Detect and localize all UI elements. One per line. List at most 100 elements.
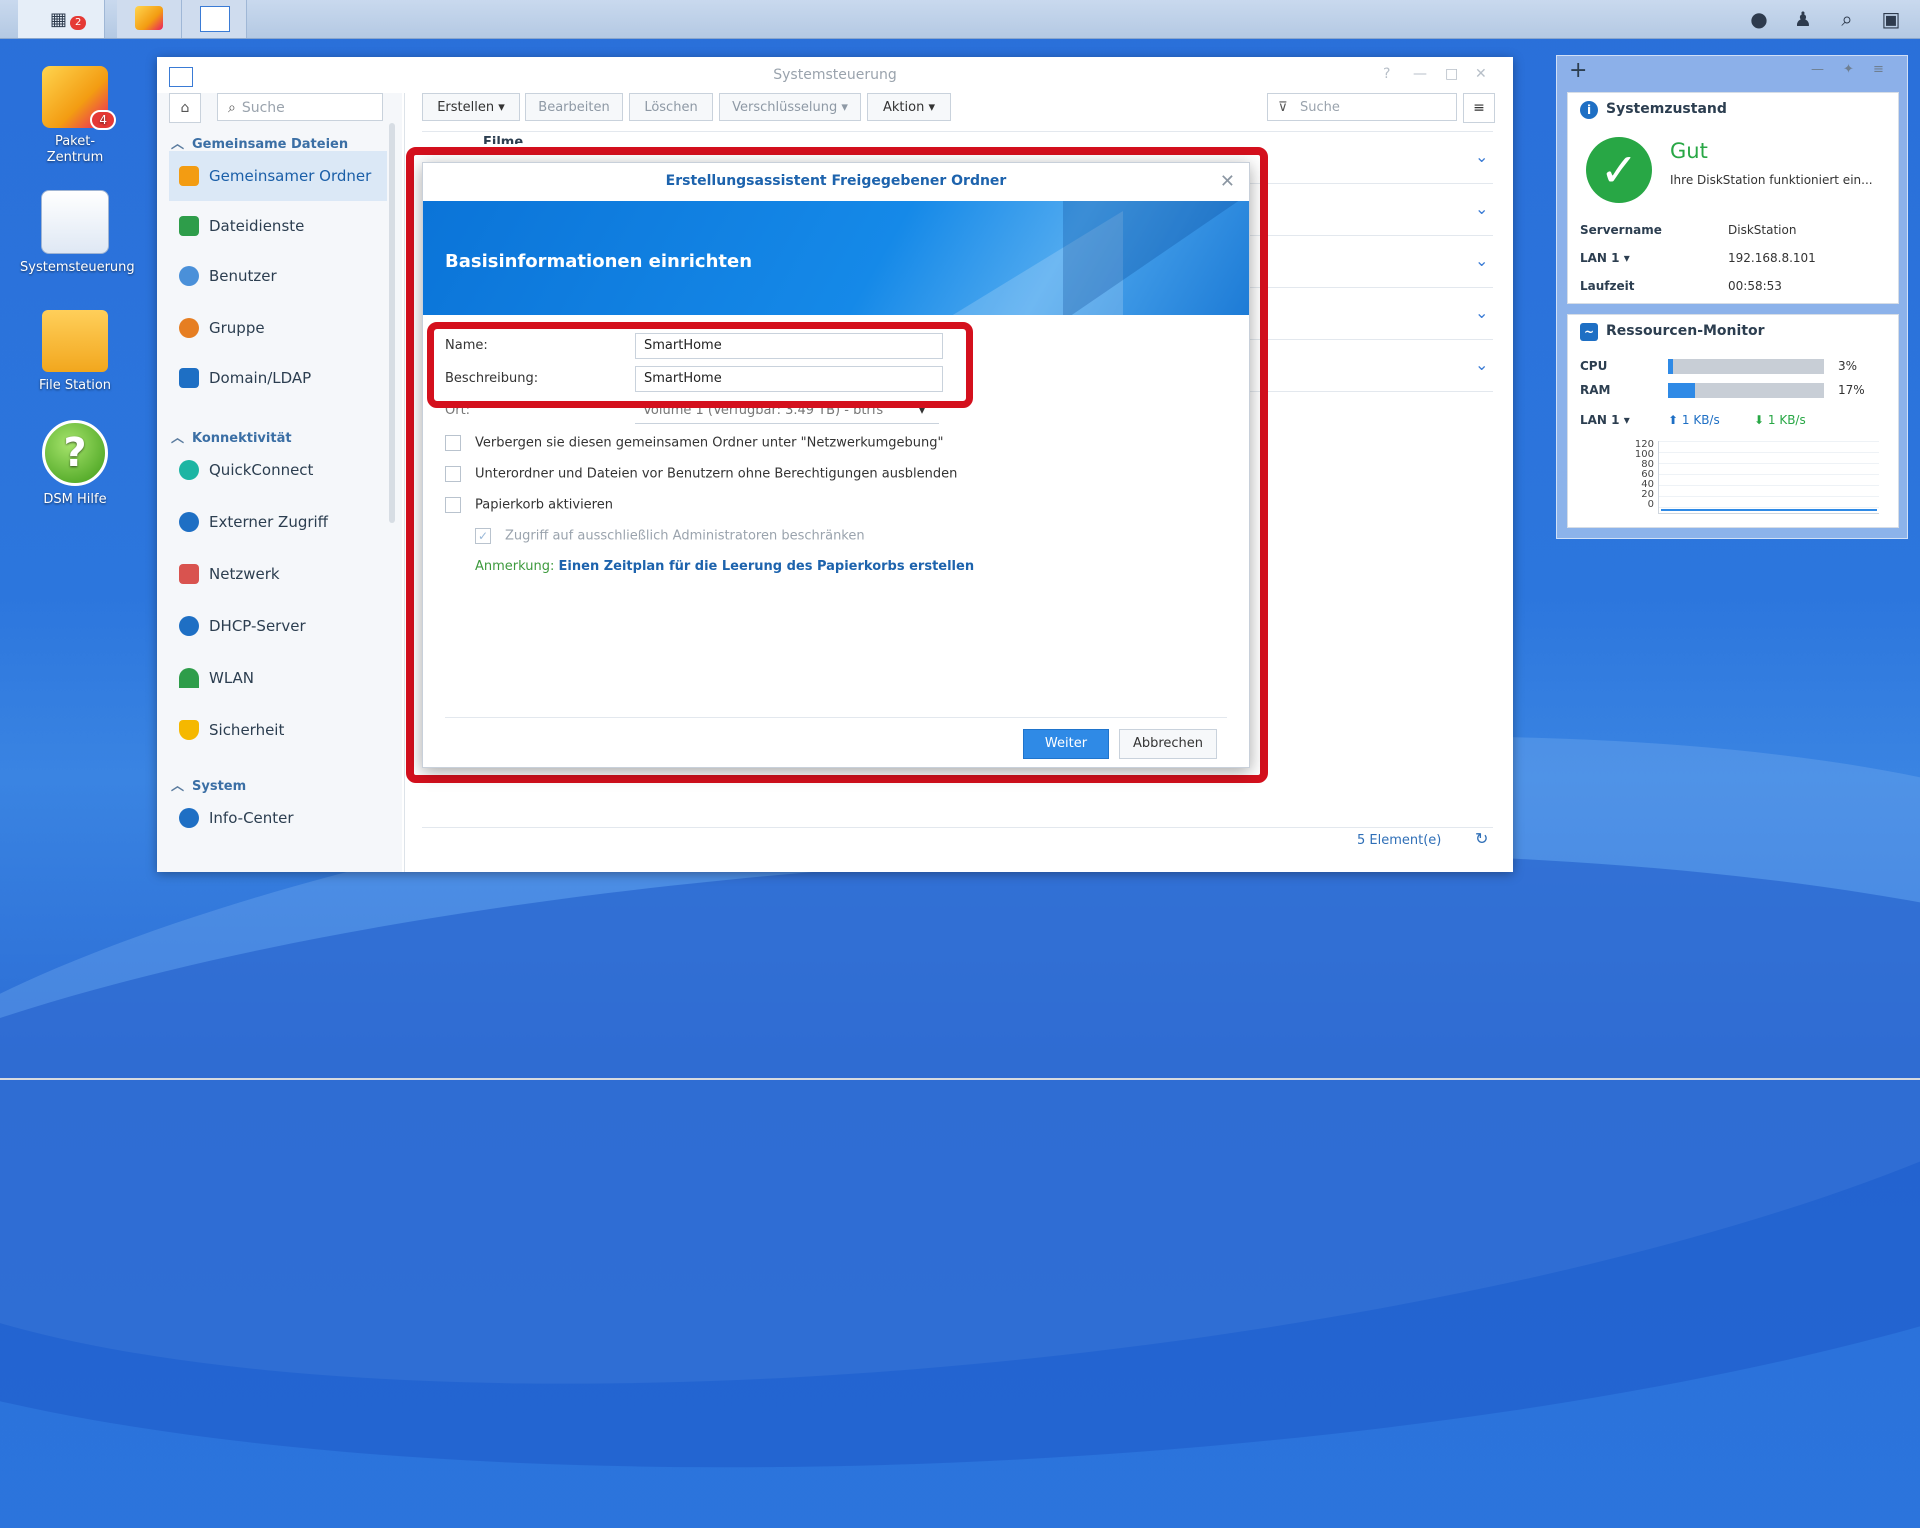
taskbar-control-panel[interactable]: [182, 0, 247, 38]
list-first-row-label: Filme: [483, 135, 524, 144]
footer-divider: [422, 827, 1493, 828]
chevron-up-icon: ︿: [171, 779, 185, 794]
minimize-icon[interactable]: —: [1413, 66, 1427, 82]
hide-in-network-checkbox[interactable]: [445, 435, 461, 451]
home-icon: ⌂: [180, 100, 190, 116]
ram-percent: 17%: [1838, 383, 1865, 397]
admin-only-checkbox: ✓: [475, 528, 491, 544]
recycle-note: Anmerkung: Einen Zeitplan für die Leerun…: [475, 559, 974, 574]
widgets-icon[interactable]: ▣: [1878, 6, 1904, 32]
caret-down-icon: ▾: [837, 100, 848, 115]
desktop-icon-package-center[interactable]: 4 Paket- Zentrum: [20, 66, 130, 166]
minimize-icon[interactable]: —: [1811, 62, 1824, 77]
sidebar-group-shared-files[interactable]: ︿ Gemeinsame Dateien: [171, 133, 348, 152]
sidebar-item-dhcp-server[interactable]: DHCP-Server: [169, 601, 387, 651]
lan-selector[interactable]: LAN 1 ▾: [1580, 413, 1630, 427]
chevron-down-icon[interactable]: ⌄: [1475, 303, 1488, 322]
caret-down-icon: ▾: [494, 100, 505, 115]
taskbar: ▦ 2 ● ♟ ⌕ ▣: [0, 0, 1920, 39]
recycle-bin-checkbox[interactable]: [445, 497, 461, 513]
widget-title: Ressourcen-Monitor: [1606, 323, 1765, 339]
cancel-button[interactable]: Abbrechen: [1119, 729, 1217, 759]
dialog-banner: Basisinformationen einrichten: [423, 201, 1249, 315]
ram-label: RAM: [1580, 383, 1611, 397]
lan-selector[interactable]: LAN 1 ▾: [1580, 251, 1630, 265]
sidebar-item-security[interactable]: Sicherheit: [169, 705, 387, 755]
edit-button[interactable]: Bearbeiten: [525, 93, 623, 121]
desktop-icon-dsm-help[interactable]: ? DSM Hilfe: [20, 420, 130, 508]
action-button[interactable]: Aktion ▾: [867, 93, 951, 121]
sidebar-item-info-center[interactable]: Info-Center: [169, 793, 387, 843]
sidebar-item-label: Gemeinsamer Ordner: [209, 167, 372, 185]
download-value: 1 KB/s: [1767, 413, 1806, 427]
checkbox-row-hide-network[interactable]: Verbergen sie diesen gemeinsamen Ordner …: [445, 435, 943, 451]
sidebar-item-quickconnect[interactable]: QuickConnect: [169, 445, 387, 495]
sidebar-item-wlan[interactable]: WLAN: [169, 653, 387, 703]
sidebar-group-system[interactable]: ︿ System: [171, 775, 246, 794]
server-name-value: DiskStation: [1728, 223, 1797, 237]
next-button[interactable]: Weiter: [1023, 729, 1109, 759]
ram-usage-bar: [1668, 383, 1824, 398]
caret-down-icon: ▾: [1619, 413, 1630, 427]
desktop-icon-file-station[interactable]: File Station: [20, 310, 130, 394]
grid-icon: ▦: [50, 9, 68, 30]
list-search-input[interactable]: ⊽ Suche: [1267, 93, 1457, 121]
encryption-button[interactable]: Verschlüsselung ▾: [719, 93, 861, 121]
taskbar-package-center[interactable]: [117, 0, 182, 38]
control-panel-icon: [200, 6, 230, 32]
search-icon[interactable]: ⌕: [1834, 6, 1860, 32]
desktop-icon-control-panel[interactable]: Systemsteuerung: [20, 190, 135, 276]
sort-icon: ≡: [1473, 100, 1485, 116]
sidebar-item-label: Netzwerk: [209, 565, 280, 583]
empty-recycle-schedule-link[interactable]: Einen Zeitplan für die Leerung des Papie…: [559, 559, 975, 574]
lan-label: LAN 1: [1580, 413, 1620, 427]
refresh-icon[interactable]: ↻: [1475, 829, 1488, 848]
maximize-icon[interactable]: □: [1445, 66, 1458, 82]
server-name-label: Servername: [1580, 223, 1662, 237]
arrow-down-icon: ⬇: [1754, 413, 1768, 427]
chevron-down-icon[interactable]: ⌄: [1475, 251, 1488, 270]
sidebar-item-label: Info-Center: [209, 809, 294, 827]
share-folder-icon: [179, 166, 199, 186]
help-icon[interactable]: ?: [1383, 66, 1390, 82]
checkbox-row-recycle-bin[interactable]: Papierkorb aktivieren: [445, 497, 613, 513]
sidebar-scrollbar[interactable]: [389, 123, 395, 523]
add-widget-icon[interactable]: +: [1569, 58, 1587, 83]
chevron-down-icon[interactable]: ⌄: [1475, 355, 1488, 374]
sidebar-item-domain-ldap[interactable]: Domain/LDAP: [169, 353, 387, 403]
sidebar-item-network[interactable]: Netzwerk: [169, 549, 387, 599]
create-button[interactable]: Erstellen ▾: [422, 93, 520, 121]
cpu-percent: 3%: [1838, 359, 1858, 373]
checkbox-row-hide-subfolders[interactable]: Unterordner und Dateien vor Benutzern oh…: [445, 466, 957, 482]
sidebar-item-external-access[interactable]: Externer Zugriff: [169, 497, 387, 547]
download-rate: ⬇ 1 KB/s: [1754, 413, 1806, 427]
dialog-footer-divider: [445, 717, 1227, 718]
window-title: Systemsteuerung: [773, 67, 897, 83]
close-icon[interactable]: ✕: [1475, 66, 1487, 82]
collapse-icon[interactable]: ≡: [1873, 62, 1884, 77]
main-menu-button[interactable]: ▦ 2: [18, 0, 105, 38]
caret-down-icon: ▾: [1619, 251, 1630, 265]
home-button[interactable]: ⌂: [169, 93, 201, 123]
sidebar-search-input[interactable]: ⌕ Suche: [217, 93, 383, 121]
list-divider: [422, 131, 1493, 132]
network-graph: [1658, 441, 1879, 514]
check-icon: ✓: [1586, 137, 1652, 203]
update-badge: 4: [90, 110, 116, 130]
sort-button[interactable]: ≡: [1463, 93, 1495, 123]
sidebar-item-shared-folder[interactable]: Gemeinsamer Ordner: [169, 151, 387, 201]
user-icon[interactable]: ♟: [1790, 6, 1816, 32]
hide-subfolders-checkbox[interactable]: [445, 466, 461, 482]
sidebar-item-group[interactable]: Gruppe: [169, 303, 387, 353]
sidebar-item-user[interactable]: Benutzer: [169, 251, 387, 301]
chat-icon[interactable]: ●: [1746, 6, 1772, 32]
desktop-icon-label: Zentrum: [46, 150, 104, 165]
delete-button[interactable]: Löschen: [629, 93, 713, 121]
sidebar-item-file-services[interactable]: Dateidienste: [169, 201, 387, 251]
search-icon: ⌕: [228, 100, 236, 116]
close-icon[interactable]: ✕: [1220, 171, 1235, 192]
chevron-down-icon[interactable]: ⌄: [1475, 147, 1488, 166]
sidebar-group-connectivity[interactable]: ︿ Konnektivität: [171, 427, 292, 446]
chevron-down-icon[interactable]: ⌄: [1475, 199, 1488, 218]
pin-icon[interactable]: ✦: [1843, 62, 1854, 77]
